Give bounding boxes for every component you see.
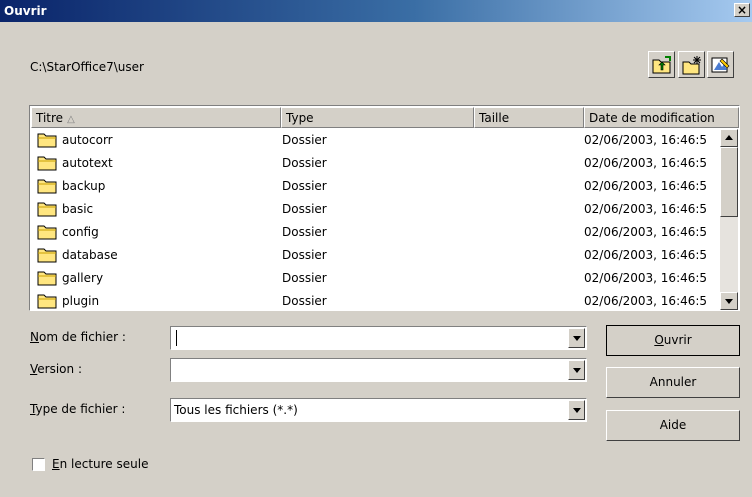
file-type: Dossier	[282, 248, 327, 262]
filename-dropdown-button[interactable]	[568, 328, 585, 348]
folder-icon	[37, 156, 57, 171]
file-name: backup	[62, 179, 106, 193]
file-date: 02/06/2003, 16:46:5	[584, 225, 708, 239]
file-type: Dossier	[282, 179, 327, 193]
folder-icon	[37, 179, 57, 194]
column-header-title-label: Titre	[36, 111, 64, 125]
filename-label: Nom de fichier :	[30, 330, 126, 344]
column-header-date-label: Date de modification	[589, 111, 715, 125]
folder-icon	[37, 248, 57, 263]
file-date: 02/06/2003, 16:46:5	[584, 271, 708, 285]
file-type: Dossier	[282, 133, 327, 147]
help-button[interactable]: Aide	[606, 410, 740, 441]
folder-icon	[37, 271, 57, 286]
file-type: Dossier	[282, 225, 327, 239]
file-row[interactable]: plugin Dossier 02/06/2003, 16:46:5	[31, 289, 717, 310]
vertical-scrollbar[interactable]	[720, 129, 738, 310]
column-header-size[interactable]: Taille	[474, 107, 584, 128]
column-header-type-label: Type	[286, 111, 314, 125]
filetype-label: Type de fichier :	[30, 402, 126, 416]
file-date: 02/06/2003, 16:46:5	[584, 294, 708, 308]
file-name: config	[62, 225, 99, 239]
file-type: Dossier	[282, 294, 327, 308]
folder-icon	[37, 202, 57, 217]
version-select[interactable]	[170, 358, 587, 382]
filetype-select[interactable]: Tous les fichiers (*.*)	[170, 398, 587, 422]
arrow-down-icon	[725, 299, 733, 304]
new-folder-button[interactable]	[678, 51, 705, 78]
window-title: Ouvrir	[4, 4, 47, 18]
folder-icon	[37, 294, 57, 309]
arrow-up-icon	[725, 135, 733, 140]
chevron-down-icon	[573, 408, 581, 413]
version-dropdown-button[interactable]	[568, 360, 585, 380]
scroll-thumb[interactable]	[720, 147, 738, 217]
file-list[interactable]: Titre △ Type Taille Date de modification …	[29, 105, 740, 311]
chevron-down-icon	[573, 336, 581, 341]
file-date: 02/06/2003, 16:46:5	[584, 156, 708, 170]
file-row[interactable]: gallery Dossier 02/06/2003, 16:46:5	[31, 266, 717, 289]
cancel-button[interactable]: Annuler	[606, 367, 740, 398]
file-type: Dossier	[282, 271, 327, 285]
default-directory-icon	[711, 57, 730, 73]
folder-icon	[37, 225, 57, 240]
sort-ascending-icon: △	[67, 114, 75, 125]
column-header-date[interactable]: Date de modification	[584, 107, 739, 128]
file-name: autotext	[62, 156, 113, 170]
readonly-label[interactable]: En lecture seule	[52, 457, 148, 471]
current-path: C:\StarOffice7\user	[30, 60, 144, 74]
close-icon: ×	[736, 3, 748, 17]
readonly-checkbox[interactable]	[32, 458, 45, 471]
version-label: Version :	[30, 362, 82, 376]
scroll-up-button[interactable]	[720, 129, 738, 147]
file-type: Dossier	[282, 156, 327, 170]
file-name: gallery	[62, 271, 104, 285]
file-row[interactable]: database Dossier 02/06/2003, 16:46:5	[31, 243, 717, 266]
file-row[interactable]: backup Dossier 02/06/2003, 16:46:5	[31, 174, 717, 197]
file-date: 02/06/2003, 16:46:5	[584, 179, 708, 193]
file-row[interactable]: config Dossier 02/06/2003, 16:46:5	[31, 220, 717, 243]
default-directory-button[interactable]	[707, 51, 734, 78]
filetype-value: Tous les fichiers (*.*)	[174, 403, 298, 417]
file-date: 02/06/2003, 16:46:5	[584, 133, 708, 147]
file-name: autocorr	[62, 133, 113, 147]
text-caret	[176, 330, 177, 346]
column-header-title[interactable]: Titre △	[31, 107, 281, 128]
new-folder-icon	[682, 56, 701, 75]
column-header-size-label: Taille	[479, 111, 510, 125]
title-bar: Ouvrir ×	[0, 0, 752, 22]
chevron-down-icon	[573, 368, 581, 373]
file-row[interactable]: autotext Dossier 02/06/2003, 16:46:5	[31, 151, 717, 174]
file-name: basic	[62, 202, 94, 216]
up-one-level-button[interactable]	[648, 51, 675, 78]
open-button[interactable]: Ouvrir	[606, 325, 740, 356]
file-name: plugin	[62, 294, 100, 308]
up-one-level-icon	[652, 56, 671, 74]
column-header-type[interactable]: Type	[281, 107, 474, 128]
file-row[interactable]: autocorr Dossier 02/06/2003, 16:46:5	[31, 128, 717, 151]
folder-icon	[37, 133, 57, 148]
filetype-dropdown-button[interactable]	[568, 400, 585, 420]
file-row[interactable]: basic Dossier 02/06/2003, 16:46:5	[31, 197, 717, 220]
filename-combo[interactable]	[170, 326, 587, 350]
file-date: 02/06/2003, 16:46:5	[584, 248, 708, 262]
file-name: database	[62, 248, 118, 262]
scroll-down-button[interactable]	[720, 292, 738, 310]
close-button[interactable]: ×	[734, 3, 750, 17]
file-type: Dossier	[282, 202, 327, 216]
file-date: 02/06/2003, 16:46:5	[584, 202, 708, 216]
